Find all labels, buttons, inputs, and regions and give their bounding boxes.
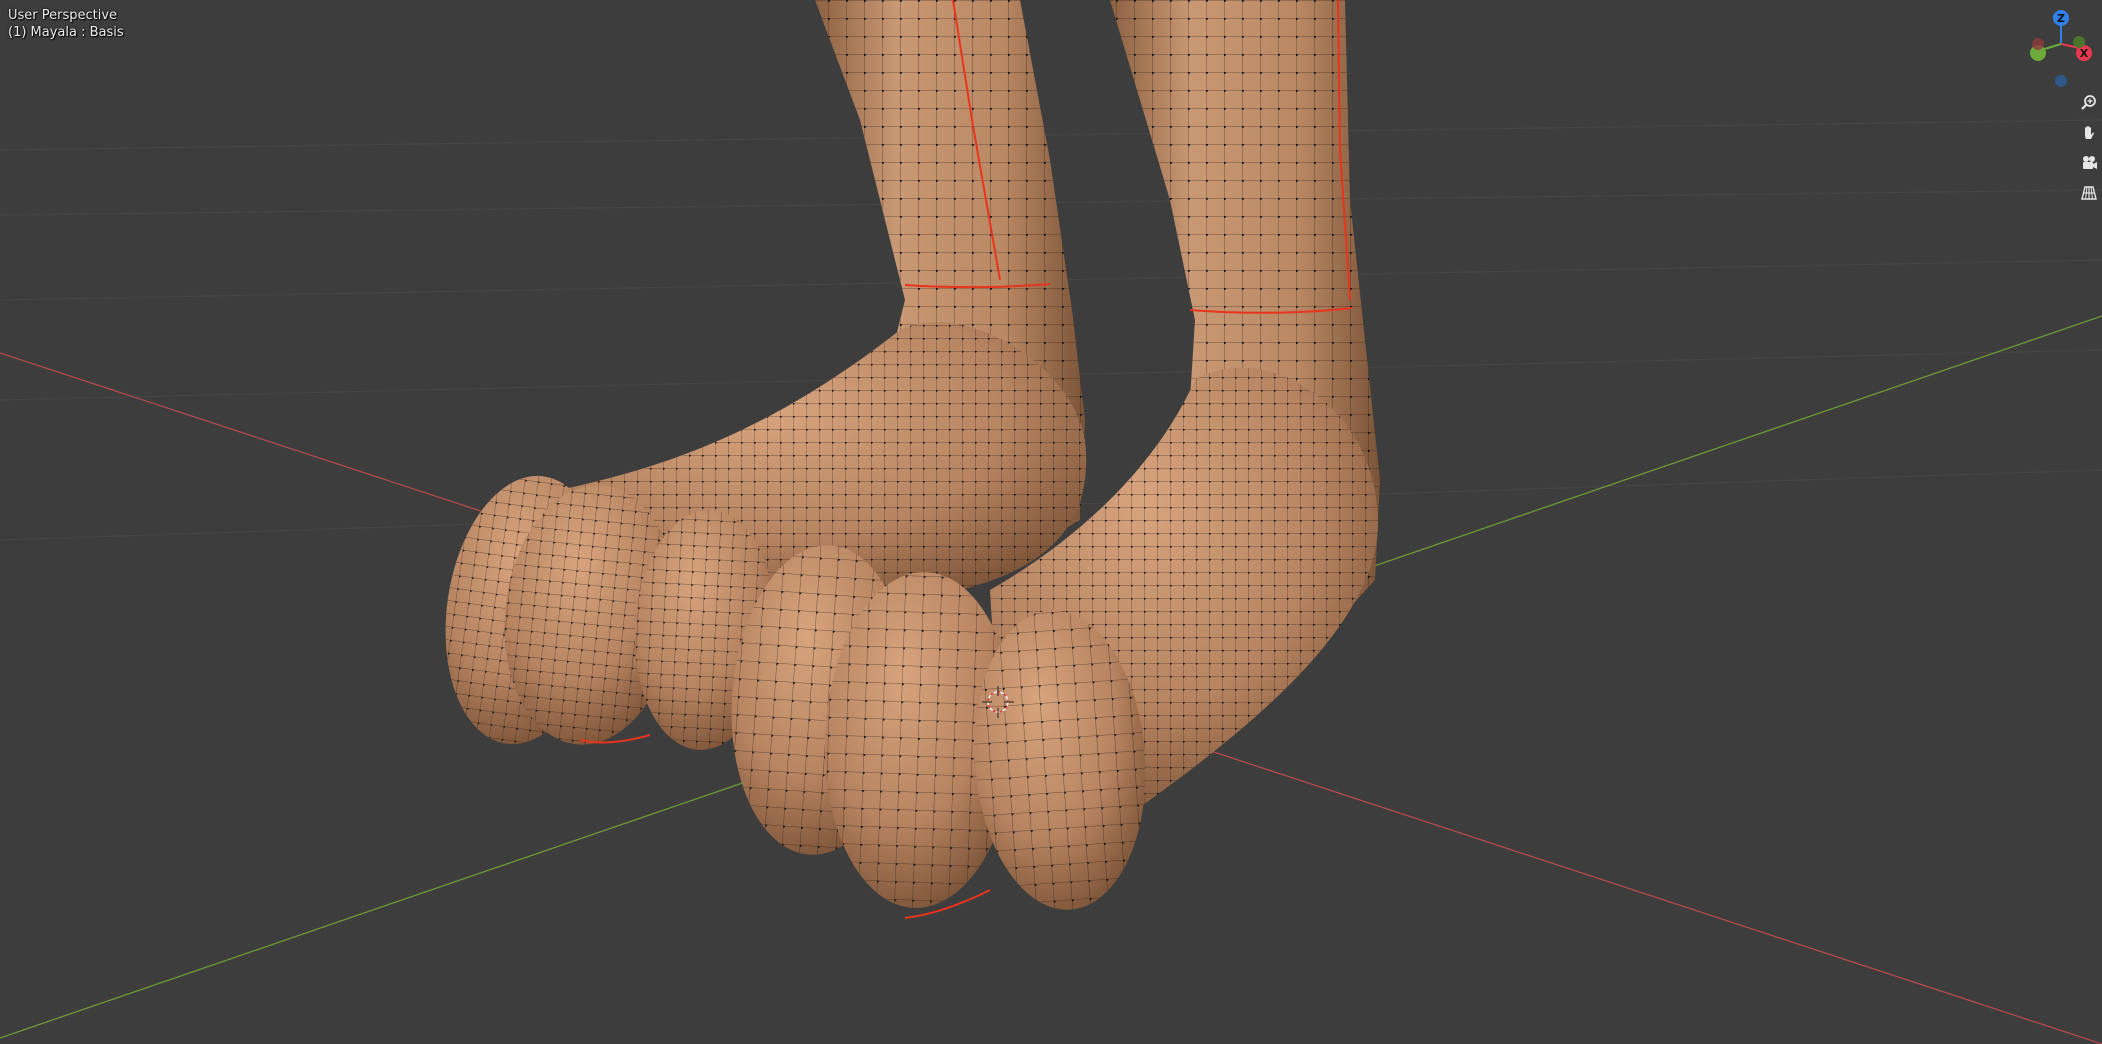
zoom-icon	[2081, 95, 2096, 110]
axis-neg-x-handle[interactable]	[2032, 38, 2044, 50]
camera-view-button[interactable]	[2076, 150, 2102, 176]
navigation-gizmo[interactable]: Z X	[2024, 6, 2098, 90]
perspective-toggle-button[interactable]	[2076, 180, 2102, 206]
axis-z-handle[interactable]: Z	[2053, 10, 2069, 26]
axis-z-label: Z	[2057, 12, 2065, 25]
zoom-button[interactable]	[2076, 90, 2102, 116]
axis-neg-y-handle[interactable]	[2073, 36, 2085, 48]
object-info-label: (1) Mayala : Basis	[8, 25, 124, 40]
camera-icon	[2083, 156, 2097, 169]
view-name-label: User Perspective	[8, 8, 118, 23]
scene-canvas[interactable]	[0, 0, 2102, 1044]
mesh-object-mayala	[445, 0, 1380, 919]
pan-button[interactable]	[2076, 120, 2102, 146]
hand-pan-icon	[2085, 126, 2094, 139]
axis-x-label: X	[2080, 47, 2089, 60]
perspective-grid-icon	[2081, 186, 2097, 200]
axis-neg-z-handle[interactable]	[2055, 75, 2067, 87]
3d-viewport[interactable]: User Perspective (1) Mayala : Basis Z X	[0, 0, 2102, 1044]
